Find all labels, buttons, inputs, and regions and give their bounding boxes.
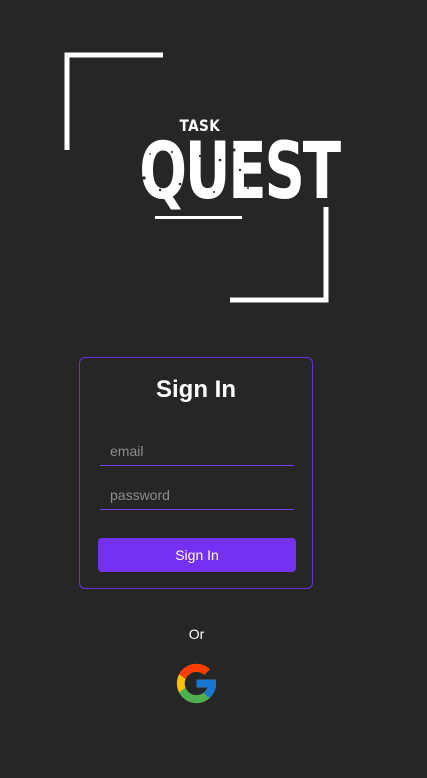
- app-logo: TASK QUEST: [64, 52, 341, 306]
- password-input[interactable]: [100, 480, 294, 509]
- signin-button[interactable]: Sign In: [98, 538, 296, 572]
- logo-quest-text: QUEST: [139, 127, 341, 217]
- logo-underline: [155, 216, 242, 219]
- signin-title: Sign In: [156, 376, 236, 403]
- signin-card: Sign In Sign In: [79, 357, 313, 589]
- google-signin-button[interactable]: [173, 660, 220, 707]
- or-divider-text: Or: [188, 626, 205, 642]
- password-field-wrapper: [100, 480, 294, 510]
- email-input[interactable]: [100, 436, 294, 465]
- email-field-wrapper: [100, 436, 294, 466]
- login-page: TASK QUEST Sign In email Sign In Or: [0, 0, 427, 778]
- google-logo-icon: [176, 663, 217, 704]
